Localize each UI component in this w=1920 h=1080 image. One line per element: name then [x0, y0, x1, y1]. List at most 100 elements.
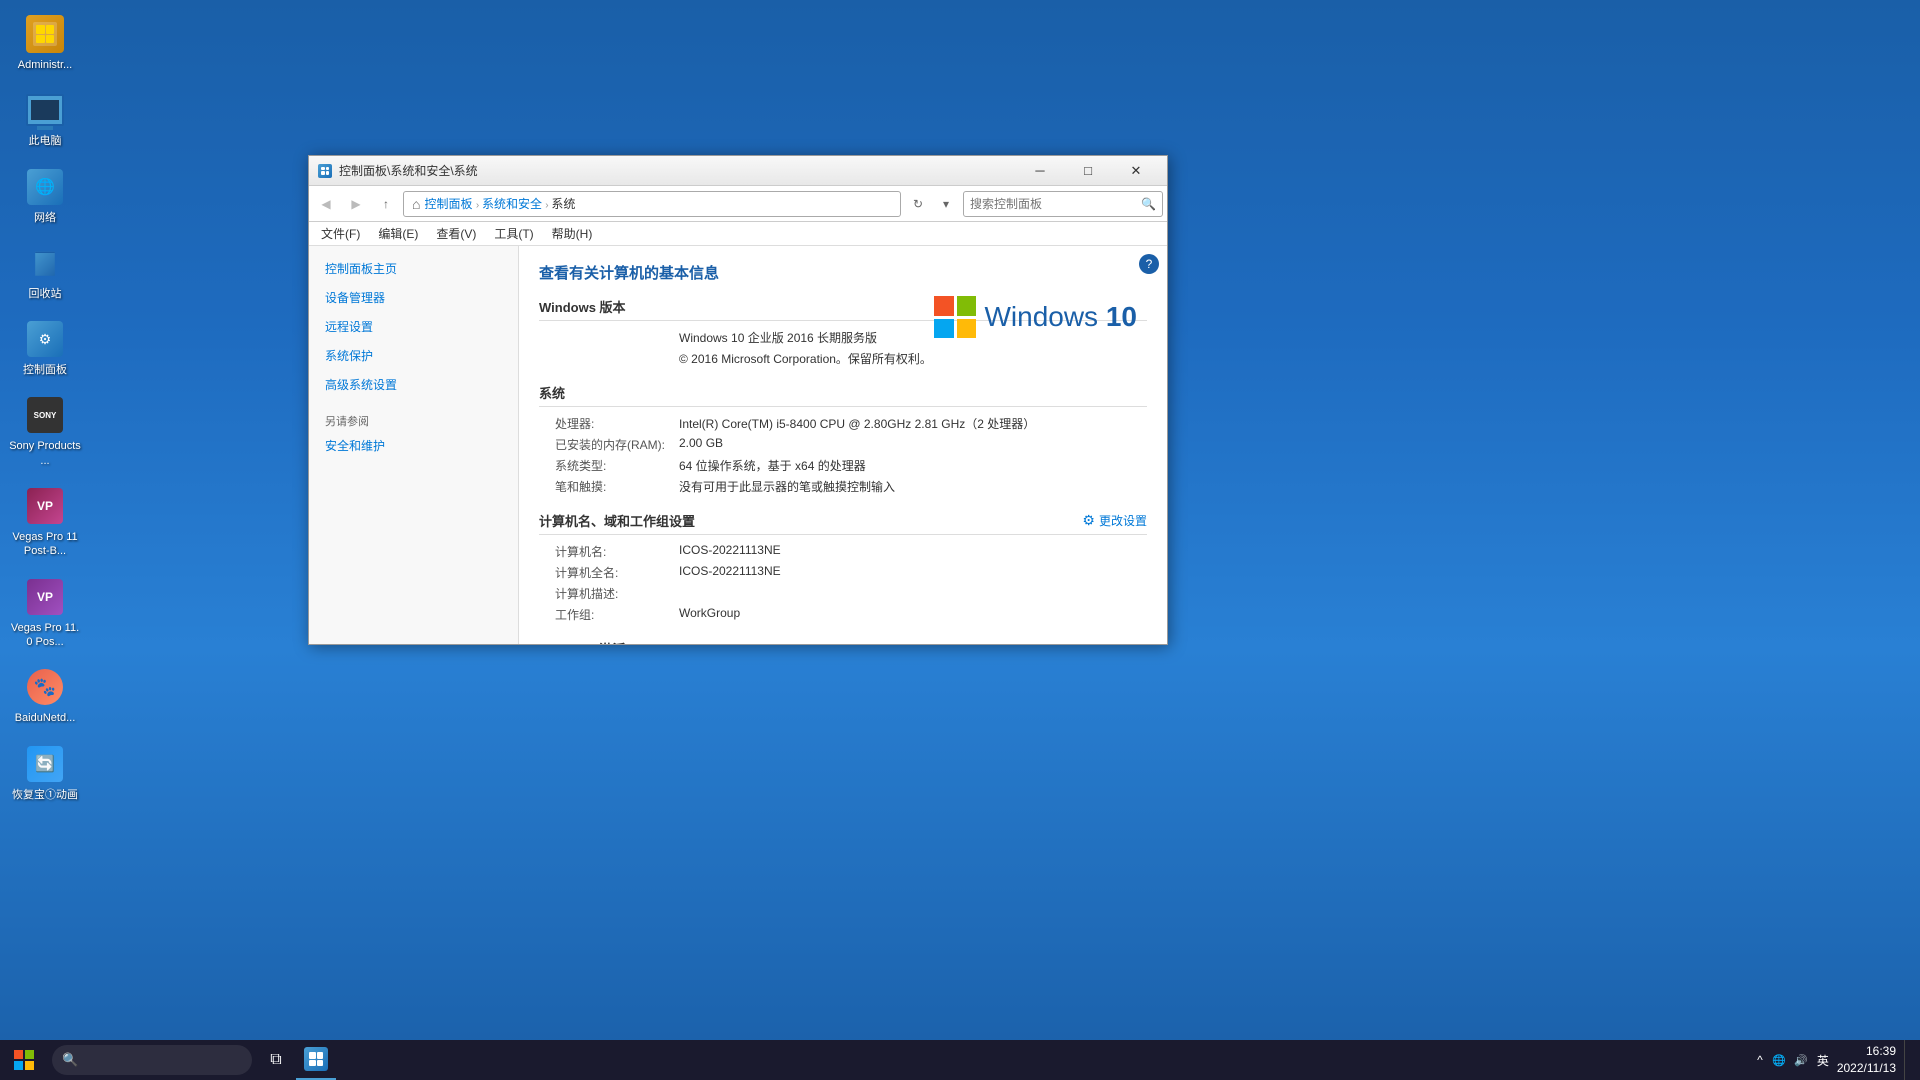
vegas110-icon: VP	[25, 577, 65, 617]
computer-icon	[25, 90, 65, 130]
forward-button[interactable]: ▶	[343, 191, 369, 217]
address-bar: ◀ ▶ ↑ ⌂ 控制面板 › 系统和安全 › 系统 ↻ ▾ 🔍	[309, 186, 1167, 222]
administrator-label: Administr...	[18, 58, 72, 72]
computer-desc-row: 计算机描述:	[539, 585, 1147, 602]
recover-icon: 🔄	[25, 744, 65, 784]
taskbar: 🔍 ⧉ ^ 🌐 🔊 英	[0, 1040, 1920, 1080]
search-icon: 🔍	[1141, 197, 1156, 211]
left-panel-device-manager[interactable]: 设备管理器	[317, 285, 510, 310]
clock-time: 16:39	[1837, 1043, 1896, 1060]
recycle-label: 回收站	[29, 287, 62, 301]
left-panel-advanced-settings[interactable]: 高级系统设置	[317, 372, 510, 397]
win-logo-green	[957, 296, 977, 316]
dropdown-button[interactable]: ▾	[933, 191, 959, 217]
touch-label: 笔和触摸:	[539, 478, 679, 495]
path-system-security[interactable]: 系统和安全	[482, 197, 542, 211]
clock[interactable]: 16:39 2022/11/13	[1837, 1043, 1896, 1077]
window-body: 控制面板主页 设备管理器 远程设置 系统保护 高级系统设置 另请参阅 安全和维护…	[309, 246, 1167, 644]
workgroup-label: 工作组:	[539, 606, 679, 623]
desktop-icon-vegas110[interactable]: VP Vegas Pro 11.0 Pos...	[5, 573, 85, 654]
baidu-icon: 🐾	[25, 667, 65, 707]
network-tray-icon[interactable]: 🌐	[1771, 1052, 1787, 1068]
path-system: 系统	[551, 197, 575, 211]
desktop-icon-network[interactable]: 🌐 网络	[5, 163, 85, 229]
windows-brand-text: Windows 10	[984, 301, 1137, 333]
search-box[interactable]: 🔍	[963, 191, 1163, 217]
ram-value: 2.00 GB	[679, 436, 1147, 450]
see-also-section: 另请参阅 安全和维护	[317, 413, 510, 458]
menu-help[interactable]: 帮助(H)	[544, 223, 601, 244]
left-panel-home[interactable]: 控制面板主页	[317, 256, 510, 281]
system-section-header: 系统	[539, 383, 1147, 407]
vegas11-label: Vegas Pro 11 Post-B...	[9, 530, 81, 559]
desktop-icon-administrator[interactable]: Administr...	[5, 10, 85, 76]
recycle-icon	[25, 243, 65, 283]
close-button[interactable]: ✕	[1113, 156, 1159, 186]
controlpanel-icon: ⚙	[25, 319, 65, 359]
page-title: 查看有关计算机的基本信息	[539, 262, 1147, 283]
window-titlebar: 控制面板\系统和安全\系统 ─ □ ✕	[309, 156, 1167, 186]
windows-logo: Windows 10	[934, 296, 1137, 338]
windows-copyright-row: © 2016 Microsoft Corporation。保留所有权利。	[539, 350, 1147, 367]
show-desktop-button[interactable]	[1904, 1040, 1910, 1080]
path-control-panel[interactable]: 控制面板	[424, 197, 472, 211]
settings-icon: ⚙	[1082, 512, 1095, 529]
home-icon: ⌂	[412, 196, 420, 212]
start-button[interactable]	[0, 1040, 48, 1080]
activation-section: Windows 激活 Windows 尚未激活。 阅读 Microsoft 软件…	[539, 639, 1147, 644]
menu-edit[interactable]: 编辑(E)	[370, 223, 426, 244]
refresh-button[interactable]: ↻	[905, 191, 931, 217]
menu-file[interactable]: 文件(F)	[313, 223, 368, 244]
change-settings-link[interactable]: ⚙ 更改设置	[1082, 512, 1147, 529]
menu-view[interactable]: 查看(V)	[428, 223, 484, 244]
network-label: 网络	[34, 211, 56, 225]
task-view-button[interactable]: ⧉	[256, 1040, 296, 1080]
left-panel-security-maintenance[interactable]: 安全和维护	[317, 433, 510, 458]
window-controls: ─ □ ✕	[1017, 156, 1159, 186]
computer-section-header: 计算机名、域和工作组设置	[539, 511, 695, 530]
search-icon-taskbar: 🔍	[62, 1052, 78, 1068]
left-panel-system-protection[interactable]: 系统保护	[317, 343, 510, 368]
menu-bar: 文件(F) 编辑(E) 查看(V) 工具(T) 帮助(H)	[309, 222, 1167, 246]
activation-header: Windows 激活	[539, 639, 1147, 644]
left-panel-remote-settings[interactable]: 远程设置	[317, 314, 510, 339]
system-tray-icons: 🌐 🔊	[1771, 1052, 1809, 1068]
recover-label: 恢复宝①动画	[12, 788, 78, 802]
desktop: Administr... 此电脑 🌐 网络	[0, 0, 1920, 1080]
desktop-icon-recover[interactable]: 🔄 恢复宝①动画	[5, 740, 85, 806]
address-path[interactable]: ⌂ 控制面板 › 系统和安全 › 系统	[403, 191, 901, 217]
windows-grid-logo	[934, 296, 976, 338]
desktop-icon-computer[interactable]: 此电脑	[5, 86, 85, 152]
search-input[interactable]	[970, 197, 1137, 211]
system-type-row: 系统类型: 64 位操作系统，基于 x64 的处理器	[539, 457, 1147, 474]
computer-name-label: 计算机名:	[539, 543, 679, 560]
minimize-button[interactable]: ─	[1017, 156, 1063, 186]
system-section: 系统 处理器: Intel(R) Core(TM) i5-8400 CPU @ …	[539, 383, 1147, 495]
workgroup-value: WorkGroup	[679, 606, 1147, 620]
start-icon	[14, 1050, 34, 1070]
right-panel: ? Windows 10 查看有关计算机的基本信息 Windows 版本	[519, 246, 1167, 644]
vegas11-icon: VP	[25, 486, 65, 526]
back-button[interactable]: ◀	[313, 191, 339, 217]
desktop-icon-baidu[interactable]: 🐾 BaiduNetd...	[5, 663, 85, 729]
desktop-icon-sony[interactable]: SONY Sony Products ...	[5, 391, 85, 472]
desktop-icon-vegas11[interactable]: VP Vegas Pro 11 Post-B...	[5, 482, 85, 563]
computer-fullname-row: 计算机全名: ICOS-20221113NE	[539, 564, 1147, 581]
desktop-icon-recycle[interactable]: 回收站	[5, 239, 85, 305]
volume-tray-icon[interactable]: 🔊	[1793, 1052, 1809, 1068]
taskbar-controlpanel-app[interactable]	[296, 1040, 336, 1080]
chevron-up-icon[interactable]: ^	[1757, 1053, 1763, 1067]
help-icon[interactable]: ?	[1139, 254, 1159, 274]
up-button[interactable]: ↑	[373, 191, 399, 217]
clock-date: 2022/11/13	[1837, 1060, 1896, 1077]
language-indicator[interactable]: 英	[1817, 1052, 1829, 1069]
maximize-button[interactable]: □	[1065, 156, 1111, 186]
computer-name-row: 计算机名: ICOS-20221113NE	[539, 543, 1147, 560]
taskbar-search[interactable]: 🔍	[52, 1045, 252, 1075]
controlpanel-label: 控制面板	[23, 363, 67, 377]
desktop-icon-controlpanel[interactable]: ⚙ 控制面板	[5, 315, 85, 381]
computer-name-value: ICOS-20221113NE	[679, 543, 1147, 557]
menu-tools[interactable]: 工具(T)	[486, 223, 541, 244]
system-type-value: 64 位操作系统，基于 x64 的处理器	[679, 457, 1147, 474]
taskbar-right: ^ 🌐 🔊 英 16:39 2022/11/13	[1757, 1040, 1920, 1080]
